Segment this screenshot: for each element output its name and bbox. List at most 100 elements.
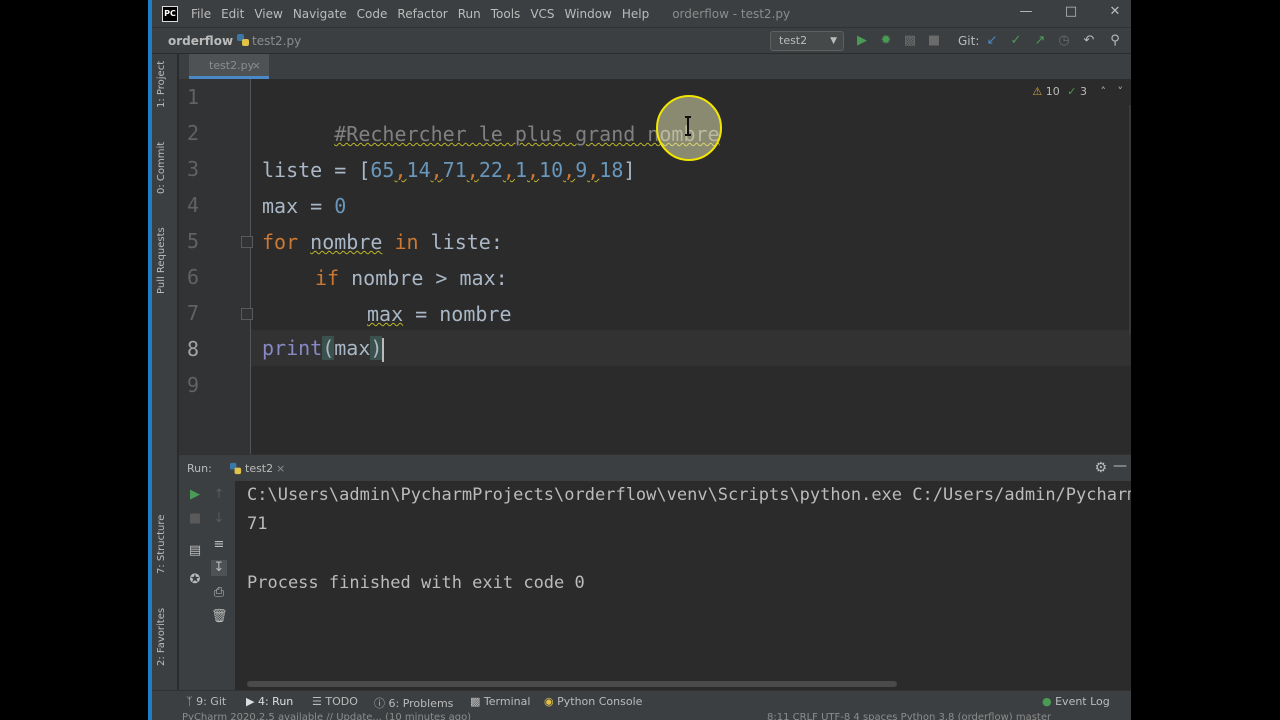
menu-vcs[interactable]: VCS [525, 7, 559, 21]
menu-view[interactable]: View [249, 7, 287, 21]
title-bar: PC File Edit View Navigate Code Refactor… [152, 0, 1131, 27]
identifier-token: liste [262, 158, 323, 182]
minimize-icon[interactable]: — [1016, 4, 1036, 19]
text-caret [382, 337, 385, 362]
menu-window[interactable]: Window [560, 7, 617, 21]
git-commit-icon[interactable]: ✓ [1008, 33, 1024, 49]
code-editor[interactable]: 1 2 3 4 5 6 7 8 9 #Rechercher le plus gr… [179, 79, 1131, 454]
run-configuration-select[interactable]: test2 ▼ [770, 31, 844, 51]
breadcrumb-file[interactable]: test2.py [252, 34, 301, 48]
identifier-token: = nombre [403, 302, 512, 326]
tool-tab-label: Event Log [1055, 695, 1110, 708]
trash-icon[interactable]: 🗑 [211, 609, 228, 625]
print-icon[interactable]: ⎙ [211, 585, 227, 601]
stop-icon[interactable]: ■ [926, 33, 942, 49]
run-icon: ▶ [246, 695, 255, 708]
soft-wrap-icon[interactable]: ≡ [211, 537, 227, 553]
line-number: 3 [186, 157, 199, 181]
number-token: 18 [599, 158, 624, 182]
git-label: Git: [958, 34, 980, 48]
close-icon[interactable]: ✕ [1105, 4, 1125, 19]
weak-warning-icon: ✓ [1067, 85, 1077, 98]
event-log-icon: ● [1042, 695, 1052, 708]
chevron-down-icon[interactable]: ˅ [1118, 85, 1124, 98]
fold-end-marker-icon[interactable] [241, 308, 253, 320]
console-line: Process finished with exit code 0 [247, 573, 585, 593]
up-arrow-icon[interactable]: ↑ [211, 487, 227, 503]
gear-icon[interactable]: ⚙ [1094, 460, 1107, 476]
rollback-icon[interactable]: ↶ [1081, 33, 1097, 49]
git-push-icon[interactable]: ↗ [1032, 33, 1048, 49]
scroll-to-end-icon[interactable]: ↧ [211, 560, 227, 576]
paren-token: ( [322, 336, 335, 360]
tool-tab-terminal[interactable]: ▩ Terminal [470, 695, 530, 708]
comma-token: , [502, 158, 515, 182]
tool-tab-label: Terminal [483, 695, 531, 708]
run-icon[interactable]: ▶ [854, 33, 870, 49]
identifier-token: max [367, 302, 404, 326]
menu-run[interactable]: Run [453, 7, 486, 21]
tool-tab-event-log[interactable]: ● Event Log [1042, 695, 1110, 708]
menu-navigate[interactable]: Navigate [288, 7, 352, 21]
chevron-up-icon[interactable]: ˄ [1101, 85, 1107, 98]
status-bar: PyCharm 2020.2.5 available // Update... … [152, 712, 1131, 720]
pycharm-logo-icon: PC [162, 5, 178, 22]
inspection-widget[interactable]: ⚠ 10 ✓ 3 ˄ ˅ [1032, 85, 1123, 98]
maximize-icon[interactable]: □ [1061, 4, 1081, 19]
git-history-icon[interactable]: ◷ [1056, 33, 1072, 49]
weak-warning-count: 3 [1080, 85, 1087, 98]
coverage-icon[interactable]: ▩ [902, 33, 918, 49]
rerun-icon[interactable]: ▶ [187, 487, 203, 503]
menu-edit[interactable]: Edit [216, 7, 249, 21]
run-console[interactable]: C:\Users\admin\PycharmProjects\orderflow… [235, 481, 1131, 694]
breadcrumb-project[interactable]: orderflow [168, 34, 233, 48]
favorites-tool-tab[interactable]: 2: Favorites [156, 608, 167, 666]
editor-tab-test2[interactable]: test2.py × [189, 54, 269, 79]
menu-tools[interactable]: Tools [486, 7, 526, 21]
comma-token: , [430, 158, 443, 182]
warning-icon: ⚠ [1032, 85, 1043, 98]
tool-tab-todo[interactable]: ☰ TODO [312, 695, 358, 708]
run-tab-test2[interactable]: test2 [245, 462, 273, 475]
comma-token: , [527, 158, 540, 182]
menu-help[interactable]: Help [617, 7, 654, 21]
paren-token: ) [370, 336, 383, 360]
run-panel-header: Run: test2 × ⚙ — [179, 454, 1131, 481]
console-horizontal-scrollbar[interactable] [247, 681, 897, 687]
terminal-icon: ▩ [470, 695, 481, 708]
editor-scrollbar[interactable] [1129, 105, 1131, 335]
pull-requests-tool-tab[interactable]: Pull Requests [156, 227, 167, 294]
menu-refactor[interactable]: Refactor [392, 7, 452, 21]
menu-file[interactable]: File [186, 7, 216, 21]
layout-icon[interactable]: ▤ [187, 543, 203, 559]
pin-icon[interactable]: ✪ [187, 572, 203, 588]
down-arrow-icon[interactable]: ↓ [211, 511, 227, 527]
commit-tool-tab[interactable]: 0: Commit [156, 142, 167, 194]
close-tab-icon[interactable]: × [252, 54, 261, 77]
hide-panel-icon[interactable]: — [1113, 458, 1127, 474]
tool-tab-run[interactable]: ▶ 4: Run [246, 695, 293, 708]
identifier-token: max [262, 194, 299, 218]
identifier-token: liste: [430, 230, 503, 254]
menu-code[interactable]: Code [352, 7, 393, 21]
stop-icon[interactable]: ■ [187, 511, 203, 527]
identifier-token: nombre [310, 230, 383, 254]
tool-tab-git[interactable]: ᛉ 9: Git [186, 695, 226, 708]
status-message[interactable]: PyCharm 2020.2.5 available // Update... … [182, 712, 471, 720]
run-toolbar: ▶ ↑ ■ ↓ ≡ ▤ ↧ ✪ ⎙ 🗑 [179, 481, 235, 694]
status-widgets[interactable]: 8:11 CRLF UTF-8 4 spaces Python 3.8 (ord… [767, 712, 1051, 720]
tool-tab-problems[interactable]: ⓘ 6: Problems [374, 695, 453, 711]
line-number: 8 [186, 337, 199, 361]
close-tab-icon[interactable]: × [276, 462, 285, 475]
number-token: 1 [514, 158, 527, 182]
code-line-6: if nombre > max: [315, 260, 508, 296]
number-token: 9 [575, 158, 588, 182]
comma-token: , [587, 158, 600, 182]
git-update-icon[interactable]: ↙ [984, 33, 1000, 49]
debug-icon[interactable]: ✹ [878, 33, 894, 49]
fold-marker-icon[interactable] [241, 236, 253, 248]
search-icon[interactable]: ⚲ [1107, 33, 1123, 49]
project-tool-tab[interactable]: 1: Project [156, 61, 167, 108]
structure-tool-tab[interactable]: 7: Structure [156, 515, 167, 574]
tool-tab-python-console[interactable]: ◉ Python Console [544, 695, 642, 708]
